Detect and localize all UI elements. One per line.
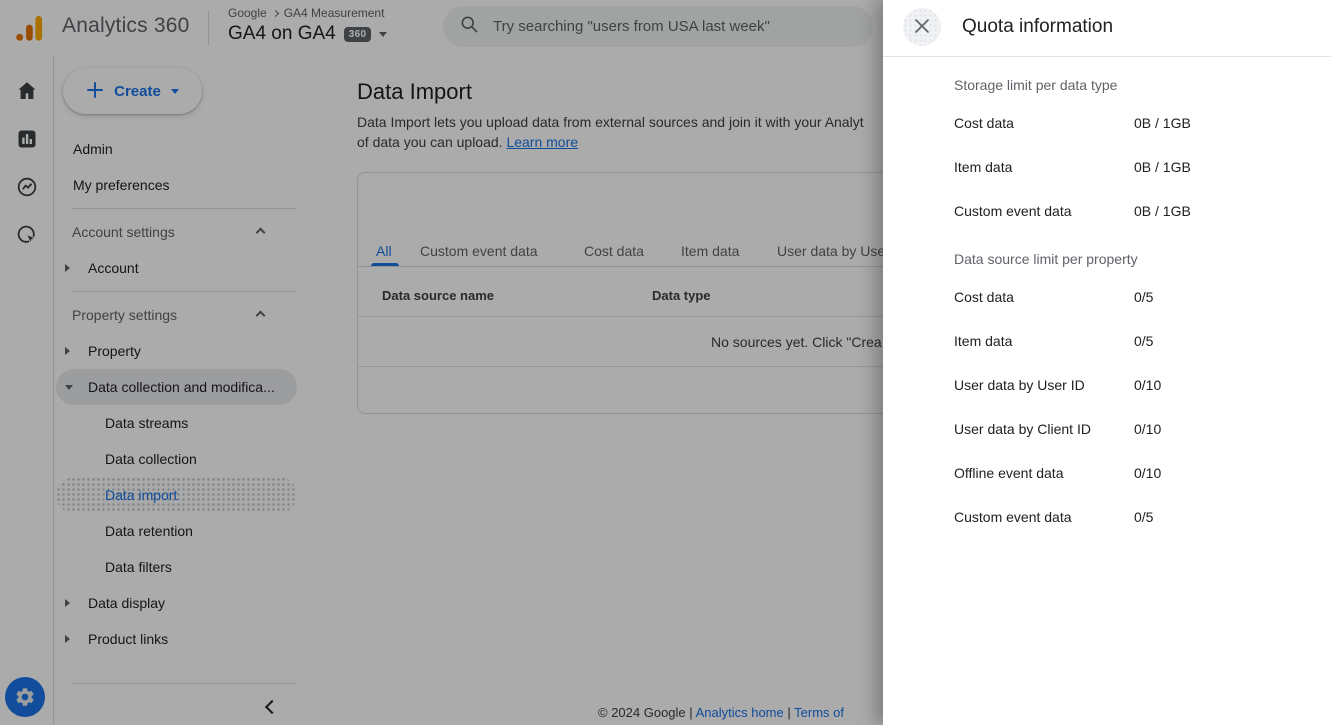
quota-row-label: Cost data [954, 287, 1014, 307]
quota-row-value: 0/5 [1134, 331, 1153, 351]
quota-row: Item data 0B / 1GB [954, 157, 1307, 177]
quota-row-label: Item data [954, 157, 1012, 177]
close-button[interactable] [903, 8, 941, 46]
quota-row: Item data 0/5 [954, 331, 1307, 351]
quota-row-label: Item data [954, 331, 1012, 351]
quota-panel-header: Quota information [883, 0, 1331, 57]
quota-row-value: 0/10 [1134, 419, 1161, 439]
quota-row-value: 0/10 [1134, 463, 1161, 483]
quota-row-value: 0/5 [1134, 287, 1153, 307]
quota-row: Offline event data 0/10 [954, 463, 1307, 483]
quota-row-value: 0B / 1GB [1134, 201, 1191, 221]
quota-row-value: 0/10 [1134, 375, 1161, 395]
quota-row-label: User data by Client ID [954, 419, 1091, 439]
quota-panel-title: Quota information [962, 16, 1113, 38]
quota-row: User data by Client ID 0/10 [954, 419, 1307, 439]
quota-row-label: Offline event data [954, 463, 1063, 483]
source-limit-heading: Data source limit per property [954, 249, 1138, 269]
quota-row: Custom event data 0/5 [954, 507, 1307, 527]
quota-row-label: User data by User ID [954, 375, 1085, 395]
quota-row-label: Cost data [954, 113, 1014, 133]
analytics-app: Analytics 360 Google GA4 Measurement GA4… [0, 0, 1331, 725]
quota-row-label: Custom event data [954, 507, 1072, 527]
quota-row-value: 0B / 1GB [1134, 157, 1191, 177]
modal-scrim[interactable] [0, 0, 883, 725]
close-icon [914, 18, 930, 37]
quota-row: Cost data 0/5 [954, 287, 1307, 307]
quota-row: Custom event data 0B / 1GB [954, 201, 1307, 221]
quota-information-panel: Quota information Storage limit per data… [883, 0, 1331, 725]
storage-limit-heading: Storage limit per data type [954, 75, 1117, 95]
quota-row-label: Custom event data [954, 201, 1072, 221]
quota-row-value: 0/5 [1134, 507, 1153, 527]
quota-row-value: 0B / 1GB [1134, 113, 1191, 133]
quota-row: Cost data 0B / 1GB [954, 113, 1307, 133]
quota-row: User data by User ID 0/10 [954, 375, 1307, 395]
